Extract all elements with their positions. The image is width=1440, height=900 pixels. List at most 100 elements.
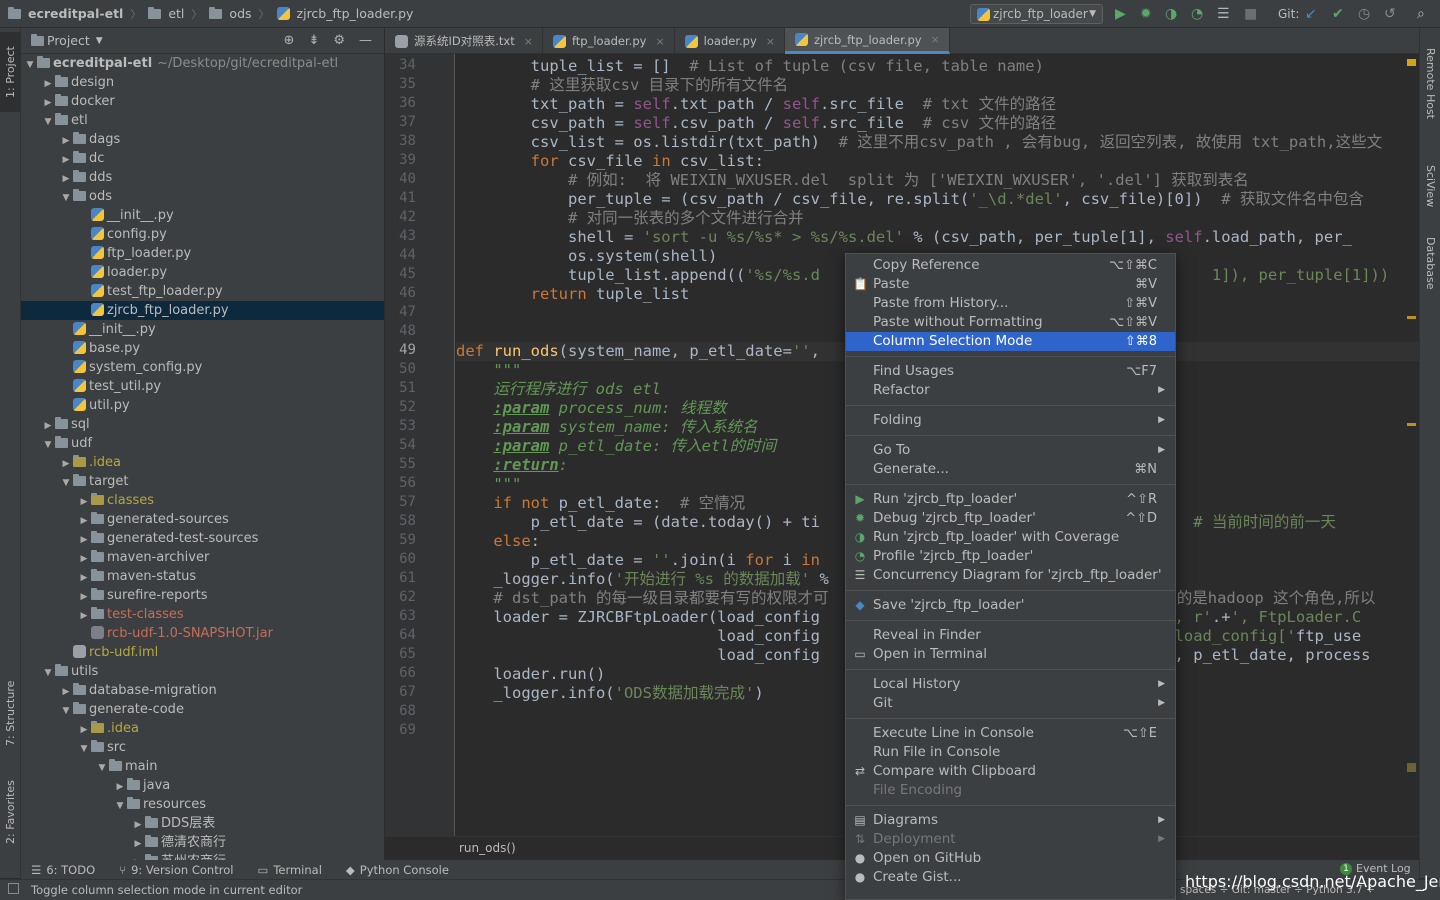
tree-item[interactable]: ▶ dc <box>21 149 384 168</box>
tree-item[interactable]: ▼ udf <box>21 434 384 453</box>
tree-item[interactable]: ▶ .idea <box>21 719 384 738</box>
tree-item[interactable]: ▶ design <box>21 73 384 92</box>
close-icon[interactable]: × <box>655 35 664 48</box>
code-line[interactable]: txt_path = self.txt_path / self.src_file… <box>456 95 1419 114</box>
tree-item[interactable]: ▶ DDS层表 <box>21 814 384 833</box>
tree-item[interactable]: ▶ .idea <box>21 453 384 472</box>
tree-item[interactable]: ▶苏州农商行 <box>21 852 384 860</box>
tree-item[interactable]: ▼ target <box>21 472 384 491</box>
breadcrumb-item[interactable]: ecreditpal-etl <box>28 6 123 21</box>
menu-item[interactable]: Column Selection Mode ⇧⌘8 <box>846 332 1175 351</box>
tree-item[interactable]: ▶ dags <box>21 130 384 149</box>
close-icon[interactable]: × <box>766 35 775 48</box>
menu-item[interactable]: ◆ Save 'zjrcb_ftp_loader' <box>846 596 1175 615</box>
editor-tab[interactable]: ftp_loader.py × <box>543 28 675 54</box>
editor-tab[interactable]: zjrcb_ftp_loader.py × <box>784 28 950 54</box>
tab-database[interactable]: Database <box>1420 228 1440 298</box>
code-line[interactable]: csv_path = self.csv_path / self.src_file… <box>456 114 1419 133</box>
menu-item[interactable]: Copy Reference ⌥⇧⌘C <box>846 256 1175 275</box>
tree-item[interactable]: util.py <box>21 396 384 415</box>
tree-item[interactable]: test_ftp_loader.py <box>21 282 384 301</box>
line-number-gutter[interactable]: 34 35 36 37 38 39 40 41 42 43 44 45 46 47 48 49 50 51 52 53… <box>385 54 455 836</box>
tree-item[interactable]: ▼ main <box>21 757 384 776</box>
menu-item[interactable]: Folding ▶ <box>846 411 1175 430</box>
tab-project-toolwindow[interactable]: 1: Project <box>0 32 21 112</box>
gear-icon[interactable]: ⚙ <box>333 33 345 48</box>
tree-item[interactable]: test_util.py <box>21 377 384 396</box>
menu-item[interactable]: Refactor ▶ <box>846 381 1175 400</box>
tree-item[interactable]: ▼ utils <box>21 662 384 681</box>
tree-item[interactable]: ▼ ecreditpal-etl ~/Desktop/git/ecreditpal-… <box>21 54 384 73</box>
tree-item[interactable]: config.py <box>21 225 384 244</box>
hide-icon[interactable]: — <box>359 33 372 48</box>
tree-item[interactable]: ▶ generated-sources <box>21 510 384 529</box>
error-stripe-mark[interactable] <box>1407 423 1416 426</box>
menu-item[interactable]: Reveal in Finder <box>846 626 1175 645</box>
tree-item[interactable]: ▼ ods <box>21 187 384 206</box>
warning-marker[interactable] <box>1407 59 1416 66</box>
tree-item[interactable]: ▶ docker <box>21 92 384 111</box>
close-icon[interactable]: × <box>931 33 940 46</box>
error-stripe-mark[interactable] <box>1407 316 1416 319</box>
tab-remote-host[interactable]: Remote Host <box>1420 38 1440 128</box>
menu-item[interactable]: 📋 Paste ⌘V <box>846 275 1175 294</box>
menu-item[interactable]: Go To ▶ <box>846 441 1175 460</box>
breadcrumb-item[interactable]: ods <box>229 6 251 21</box>
tree-item[interactable]: ▶ dds <box>21 168 384 187</box>
bottom-tab[interactable]: ▭ Terminal <box>257 863 321 877</box>
run-configuration-select[interactable]: zjrcb_ftp_loader ▼ <box>970 4 1103 24</box>
menu-item[interactable]: ☰ Concurrency Diagram for 'zjrcb_ftp_load… <box>846 566 1175 585</box>
stop-icon[interactable]: ■ <box>1244 6 1257 22</box>
code-line[interactable]: # 对同一张表的多个文件进行合并 <box>456 209 1419 228</box>
tree-item[interactable]: ▶ sql <box>21 415 384 434</box>
tree-item[interactable]: __init__.py <box>21 206 384 225</box>
menu-item[interactable]: Execute Line in Console ⌥⇧E <box>846 724 1175 743</box>
tab-sciview[interactable]: SciView <box>1420 156 1440 216</box>
tree-item[interactable]: base.py <box>21 339 384 358</box>
git-commit-icon[interactable]: ✔ <box>1332 6 1344 22</box>
breadcrumb-item[interactable]: etl <box>168 6 184 21</box>
code-line[interactable]: shell = 'sort -u %s/%s* > %s/%s.del' % (… <box>456 228 1419 247</box>
tab-favorites-toolwindow[interactable]: 2: Favorites <box>0 766 21 858</box>
close-icon[interactable]: × <box>524 35 533 48</box>
tree-item[interactable]: __init__.py <box>21 320 384 339</box>
code-line[interactable]: # 例如: 将 WEIXIN_WXUSER.del split 为 ['WEIX… <box>456 171 1419 190</box>
tree-item[interactable]: ▼ resources <box>21 795 384 814</box>
menu-item[interactable]: ▶ Run 'zjrcb_ftp_loader' ^⇧R <box>846 490 1175 509</box>
tree-item[interactable]: ▼ generate-code <box>21 700 384 719</box>
history-icon[interactable]: ◷ <box>1358 6 1370 22</box>
tree-item[interactable]: zjrcb_ftp_loader.py <box>21 301 384 320</box>
menu-item[interactable]: ⇄ Compare with Clipboard <box>846 762 1175 781</box>
concurrency-icon[interactable]: ☰ <box>1217 6 1230 22</box>
tree-item[interactable]: ftp_loader.py <box>21 244 384 263</box>
tab-structure-toolwindow[interactable]: 7: Structure <box>0 668 21 758</box>
menu-item[interactable]: Run File in Console <box>846 743 1175 762</box>
tree-item[interactable]: ▶ maven-archiver <box>21 548 384 567</box>
code-line[interactable]: for csv_file in csv_list: <box>456 152 1419 171</box>
tree-item[interactable]: ▶ generated-test-sources <box>21 529 384 548</box>
debug-icon[interactable]: ✹ <box>1140 6 1152 22</box>
run-icon[interactable]: ▶ <box>1115 6 1126 22</box>
menu-item[interactable]: Find Usages ⌥F7 <box>846 362 1175 381</box>
search-icon[interactable]: ⌕ <box>1417 6 1425 22</box>
error-stripe-mark[interactable] <box>1407 763 1416 772</box>
breadcrumb-item[interactable]: zjrcb_ftp_loader.py <box>297 6 414 21</box>
tree-item[interactable]: ▼ src <box>21 738 384 757</box>
git-update-icon[interactable]: ↙ <box>1305 6 1317 22</box>
tree-item[interactable]: ▶ database-migration <box>21 681 384 700</box>
coverage-icon[interactable]: ◑ <box>1165 6 1177 22</box>
menu-item[interactable]: Generate... ⌘N <box>846 460 1175 479</box>
tree-item[interactable]: ▼ etl <box>21 111 384 130</box>
menu-item[interactable]: ● Open on GitHub <box>846 849 1175 868</box>
menu-item[interactable]: Git ▶ <box>846 694 1175 713</box>
code-line[interactable]: per_tuple = (csv_path / csv_file, re.spl… <box>456 190 1419 209</box>
tree-item[interactable]: ▶ surefire-reports <box>21 586 384 605</box>
code-line[interactable]: csv_list = os.listdir(txt_path) # 这里不用cs… <box>456 133 1419 152</box>
tree-item[interactable]: ▶ test-classes <box>21 605 384 624</box>
editor-tab[interactable]: 源系统ID对照表.txt × <box>385 28 543 54</box>
tree-item[interactable]: rcb-udf.iml <box>21 643 384 662</box>
editor-breadcrumb-item[interactable]: run_ods() <box>459 841 516 855</box>
menu-item[interactable]: ▭ Open in Terminal <box>846 645 1175 664</box>
project-view-select[interactable]: Project <box>47 33 90 48</box>
tree-item[interactable]: system_config.py <box>21 358 384 377</box>
